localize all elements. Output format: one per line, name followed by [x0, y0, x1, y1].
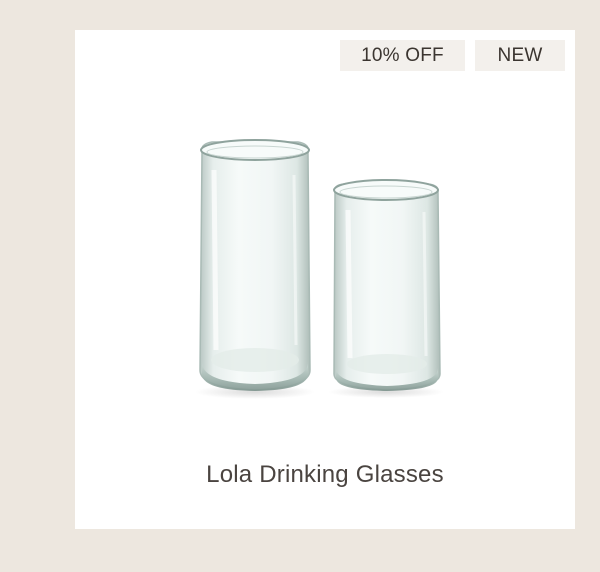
discount-badge: 10% OFF [340, 40, 465, 71]
product-image[interactable] [190, 130, 460, 405]
product-card[interactable]: 10% OFF NEW Lola Drinking Glasses [75, 30, 575, 529]
new-badge: NEW [475, 40, 565, 71]
tall-glass [195, 139, 315, 399]
short-glass [328, 179, 444, 398]
product-title[interactable]: Lola Drinking Glasses [75, 461, 575, 489]
